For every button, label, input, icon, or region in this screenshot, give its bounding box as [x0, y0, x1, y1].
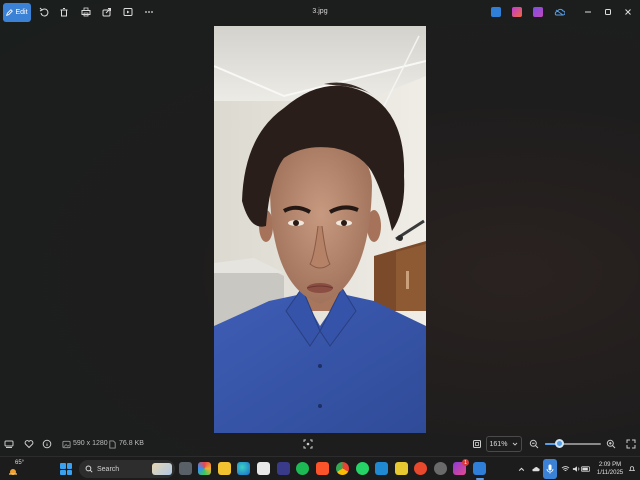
file-title: 3.jpg: [312, 8, 328, 15]
status-bar: 590 x 1280 76.8 KB 161%: [0, 433, 640, 455]
info-icon[interactable]: [41, 438, 53, 450]
file-size: 76.8 KB: [119, 440, 144, 447]
top-toolbar: Edit 3.jpg: [0, 0, 640, 26]
windows-taskbar: 65° Search 1 2:09 PM 1/11/2025: [0, 456, 640, 480]
task-view-icon[interactable]: [179, 462, 192, 475]
ai-select-icon[interactable]: [302, 438, 314, 450]
vscode-icon[interactable]: [375, 462, 388, 475]
settings-icon[interactable]: [434, 462, 447, 475]
delete-icon[interactable]: [58, 6, 70, 18]
image-dimensions-icon: [60, 438, 72, 450]
notifications-icon[interactable]: [627, 464, 637, 474]
portrait-photo: [214, 26, 426, 433]
windows-logo-icon: [60, 463, 66, 469]
taskbar-search[interactable]: Search: [79, 460, 175, 478]
slideshow-icon[interactable]: [122, 6, 134, 18]
weather-icon: [9, 469, 17, 475]
edge-icon[interactable]: [237, 462, 250, 475]
edit-button[interactable]: Edit: [3, 3, 31, 22]
zoom-level-dropdown[interactable]: 161%: [486, 436, 522, 452]
mic-button[interactable]: [543, 459, 557, 479]
search-placeholder: Search: [97, 465, 120, 473]
rotate-icon[interactable]: [38, 6, 50, 18]
onedrive-icon[interactable]: [553, 6, 565, 18]
onedrive-tray-icon[interactable]: [530, 464, 540, 474]
photos-edit-app-icon[interactable]: [533, 7, 543, 17]
weather-temp: 65°: [15, 460, 25, 466]
zoom-out-icon[interactable]: [528, 438, 540, 450]
brave-icon[interactable]: [316, 462, 329, 475]
zoom-slider-thumb[interactable]: [554, 439, 564, 448]
file-size-icon: [106, 438, 118, 450]
teams-icon[interactable]: 1: [453, 459, 469, 475]
designer-app-icon[interactable]: [491, 7, 501, 17]
microphone-icon: [546, 464, 554, 474]
zoom-in-icon[interactable]: [605, 438, 617, 450]
heart-icon[interactable]: [23, 438, 35, 450]
filmstrip-icon[interactable]: [3, 438, 15, 450]
spotify-icon[interactable]: [296, 462, 309, 475]
search-highlight-icon: [152, 463, 172, 475]
fit-to-window-icon[interactable]: [471, 438, 483, 450]
copilot-icon[interactable]: [198, 462, 211, 475]
notification-badge: 1: [462, 459, 469, 466]
fullscreen-icon[interactable]: [625, 438, 637, 450]
photo-image[interactable]: [214, 26, 426, 433]
photo-viewer-window: Edit 3.jpg 590 x 1280 76.8 KB 161%: [0, 0, 640, 456]
powerpoint-icon[interactable]: [414, 462, 427, 475]
share-icon[interactable]: [101, 6, 113, 18]
print-icon[interactable]: [80, 6, 92, 18]
edit-icon: [6, 9, 14, 16]
clipchamp-app-icon[interactable]: [512, 7, 522, 17]
notepad-icon[interactable]: [257, 462, 270, 475]
whatsapp-icon[interactable]: [356, 462, 369, 475]
visual-studio-icon[interactable]: [277, 462, 290, 475]
maximize-button[interactable]: [602, 6, 614, 18]
search-icon: [85, 465, 93, 473]
clock-time: 2:09 PM: [598, 462, 622, 468]
weather-widget[interactable]: 65°: [6, 460, 28, 478]
chrome-icon[interactable]: [336, 462, 349, 475]
chevron-up-icon[interactable]: [516, 464, 526, 474]
image-dimensions: 590 x 1280: [73, 440, 108, 447]
file-explorer-icon[interactable]: [218, 462, 231, 475]
more-icon[interactable]: [143, 6, 155, 18]
edit-label: Edit: [15, 9, 28, 16]
battery-icon[interactable]: [581, 464, 591, 474]
sticky-notes-icon[interactable]: [395, 462, 408, 475]
minimize-button[interactable]: [582, 6, 594, 18]
zoom-level: 161%: [489, 440, 508, 448]
wifi-icon[interactable]: [560, 464, 570, 474]
close-button[interactable]: [622, 6, 634, 18]
start-button[interactable]: [60, 463, 72, 475]
chevron-down-icon: [512, 441, 518, 447]
volume-icon[interactable]: [571, 464, 581, 474]
photos-app-icon[interactable]: [473, 462, 486, 475]
clock-date: 1/11/2025: [596, 470, 624, 476]
clock[interactable]: 2:09 PM 1/11/2025: [592, 461, 628, 477]
